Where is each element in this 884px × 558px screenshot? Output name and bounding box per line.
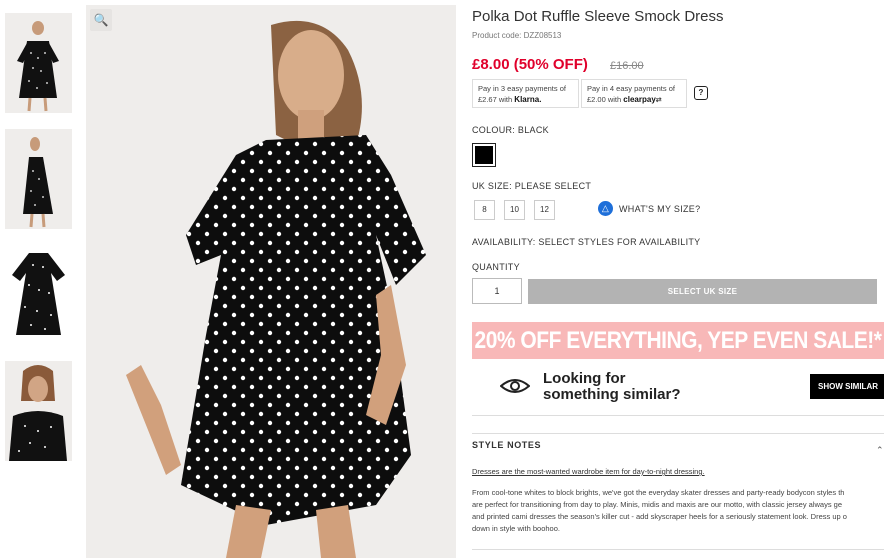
clearpay-text: Pay in 4 easy payments of — [587, 84, 675, 93]
colour-row: COLOUR: BLACK — [472, 125, 549, 135]
size-option-8[interactable]: 8 — [474, 200, 495, 220]
size-value: PLEASE SELECT — [514, 181, 592, 191]
klarna-amount: £2.67 with — [478, 95, 513, 104]
product-code: Product code: DZZ08513 — [472, 31, 562, 40]
select-size-button[interactable]: SELECT UK SIZE — [528, 279, 877, 304]
zoom-icon[interactable]: 🔍 — [90, 9, 112, 31]
klarna-logo: Klarna. — [514, 95, 542, 104]
clearpay-arrows-icon: ⇄ — [655, 97, 662, 104]
thumbnail-front[interactable] — [5, 13, 72, 113]
similar-line-1: Looking for — [543, 370, 626, 387]
colour-swatch-black[interactable] — [472, 143, 496, 167]
style-notes-line: down in style with boohoo. — [472, 524, 560, 533]
similar-text: Looking for something similar? — [543, 371, 681, 403]
availability-value: SELECT STYLES FOR AVAILABILITY — [538, 237, 701, 247]
size-option-10[interactable]: 10 — [504, 200, 525, 220]
style-notes-subheading: Dresses are the most-wanted wardrobe ite… — [472, 467, 705, 476]
current-price: £8.00 (50% OFF) — [472, 56, 588, 73]
whats-my-size-label: WHAT'S MY SIZE? — [619, 203, 701, 214]
style-notes-line: are perfect for transitioning from day t… — [472, 500, 843, 509]
availability-label: AVAILABILITY: — [472, 237, 536, 247]
divider — [472, 549, 884, 550]
divider — [472, 433, 884, 434]
size-option-12[interactable]: 12 — [534, 200, 555, 220]
thumbnail-flat[interactable] — [5, 245, 72, 345]
divider — [472, 415, 884, 416]
style-notes-line: and printed cami dresses the season's ki… — [472, 512, 847, 521]
similar-line-2: something similar? — [543, 386, 681, 403]
clearpay-payment-box[interactable]: Pay in 4 easy payments of £2.00 with cle… — [581, 79, 687, 108]
klarna-payment-box[interactable]: Pay in 3 easy payments of £2.67 with Kla… — [472, 79, 579, 108]
clearpay-logo: clearpay — [623, 95, 656, 104]
availability-row: AVAILABILITY: SELECT STYLES FOR AVAILABI… — [472, 237, 700, 247]
collapse-icon[interactable]: ⌃ — [876, 445, 884, 456]
eye-icon — [500, 379, 530, 393]
payment-help-button[interactable]: ? — [694, 86, 708, 100]
colour-label: COLOUR: — [472, 125, 516, 135]
thumbnail-closeup[interactable] — [5, 361, 72, 461]
thumbnail-list — [5, 13, 73, 477]
clearpay-amount: £2.00 with — [587, 95, 622, 104]
similar-section: Looking for something similar? SHOW SIMI… — [472, 362, 884, 412]
show-similar-button[interactable]: SHOW SIMILAR — [810, 374, 884, 399]
style-notes-line: From cool-tone whites to block brights, … — [472, 488, 845, 497]
quantity-input[interactable]: 1 — [472, 278, 522, 304]
colour-value: BLACK — [517, 125, 549, 135]
promo-banner[interactable]: 20% OFF EVERYTHING, YEP EVEN SALE!* — [472, 322, 884, 359]
was-price: £16.00 — [610, 60, 644, 72]
main-product-image[interactable]: 🔍 — [86, 5, 456, 558]
product-title: Polka Dot Ruffle Sleeve Smock Dress — [472, 8, 724, 25]
quantity-label: QUANTITY — [472, 262, 520, 272]
klarna-text: Pay in 3 easy payments of — [478, 84, 566, 93]
style-notes-body: From cool-tone whites to block brights, … — [472, 487, 884, 535]
size-label: UK SIZE: — [472, 181, 512, 191]
style-notes-heading[interactable]: STYLE NOTES — [472, 440, 541, 450]
size-row: UK SIZE: PLEASE SELECT — [472, 181, 591, 191]
promo-text: 20% OFF EVERYTHING, YEP EVEN SALE!* — [474, 327, 882, 354]
hanger-icon: △ — [598, 201, 613, 216]
thumbnail-side[interactable] — [5, 129, 72, 229]
whats-my-size-link[interactable]: △ WHAT'S MY SIZE? — [598, 201, 700, 216]
